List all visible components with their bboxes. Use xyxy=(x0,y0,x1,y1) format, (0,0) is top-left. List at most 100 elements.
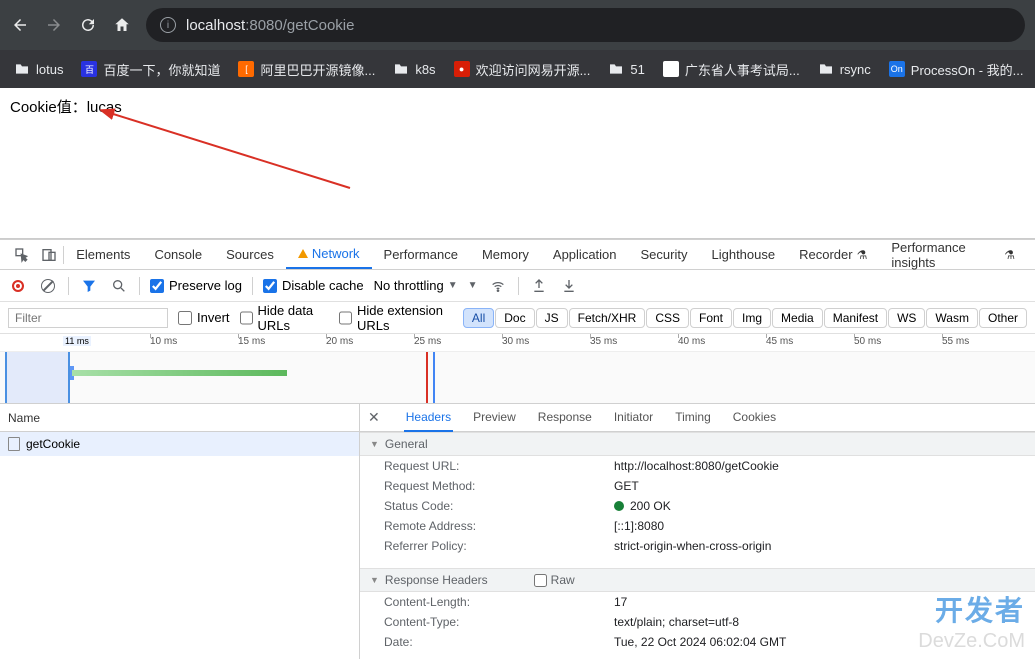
tab-memory[interactable]: Memory xyxy=(470,240,541,269)
filter-pill-manifest[interactable]: Manifest xyxy=(824,308,887,328)
favicon: [ xyxy=(238,61,254,77)
bookmark-item[interactable]: lotus xyxy=(14,61,63,77)
filter-pill-media[interactable]: Media xyxy=(772,308,823,328)
filter-pill-font[interactable]: Font xyxy=(690,308,732,328)
filter-bar: Invert Hide data URLs Hide extension URL… xyxy=(0,302,1035,334)
tab-elements[interactable]: Elements xyxy=(64,240,142,269)
filter-pill-doc[interactable]: Doc xyxy=(495,308,534,328)
invert-checkbox[interactable]: Invert xyxy=(178,310,230,325)
filter-pill-fetch/xhr[interactable]: Fetch/XHR xyxy=(569,308,646,328)
header-row: Referrer Policy:strict-origin-when-cross… xyxy=(360,536,1035,556)
download-icon[interactable] xyxy=(559,278,579,294)
bookmark-item[interactable]: 百百度一下，你就知道 xyxy=(81,60,220,79)
tab-performance[interactable]: Performance xyxy=(372,240,470,269)
record-button[interactable] xyxy=(8,280,28,292)
request-row[interactable]: getCookie xyxy=(0,432,359,456)
ruler-tick: 50 ms xyxy=(854,336,881,347)
timeline-selection[interactable]: 11 ms xyxy=(5,352,70,403)
dom-loaded-line xyxy=(426,352,428,403)
preserve-log-checkbox[interactable]: Preserve log xyxy=(150,278,242,293)
close-icon[interactable]: ✕ xyxy=(368,409,386,426)
filter-pill-all[interactable]: All xyxy=(463,308,494,328)
bookmark-item[interactable]: rsync xyxy=(818,61,871,77)
reload-icon[interactable] xyxy=(78,15,98,35)
filter-input[interactable] xyxy=(8,308,168,328)
detail-tab-response[interactable]: Response xyxy=(536,404,594,431)
name-column-header[interactable]: Name xyxy=(0,404,359,432)
request-list: Name getCookie xyxy=(0,404,360,659)
request-detail: ✕ Headers Preview Response Initiator Timing C… xyxy=(360,404,1035,659)
inspect-icon[interactable] xyxy=(8,247,36,263)
flask-icon: ⚗ xyxy=(1004,248,1015,262)
header-row: Request Method:GET xyxy=(360,476,1035,496)
disable-cache-checkbox[interactable]: Disable cache xyxy=(263,278,364,293)
site-info-icon[interactable]: i xyxy=(160,17,176,33)
network-controls: Preserve log Disable cache No throttling… xyxy=(0,270,1035,302)
ruler-tick: 25 ms xyxy=(414,336,441,347)
device-toggle-icon[interactable] xyxy=(36,247,64,263)
detail-tab-headers[interactable]: Headers xyxy=(404,404,453,432)
ruler-tick: 35 ms xyxy=(590,336,617,347)
tab-performance-insights[interactable]: Performance insights ⚗ xyxy=(879,240,1027,269)
search-icon[interactable] xyxy=(109,278,129,294)
folder-icon xyxy=(818,61,834,77)
hide-extension-urls-checkbox[interactable]: Hide extension URLs xyxy=(339,303,453,333)
header-row: Date:Tue, 22 Oct 2024 06:02:04 GMT xyxy=(360,632,1035,652)
type-filter-pills: AllDocJSFetch/XHRCSSFontImgMediaManifest… xyxy=(463,308,1027,328)
general-section-header[interactable]: ▼General xyxy=(360,432,1035,456)
upload-icon[interactable] xyxy=(529,278,549,294)
raw-checkbox[interactable]: Raw xyxy=(534,573,575,587)
ruler-tick: 20 ms xyxy=(326,336,353,347)
bookmark-item[interactable]: ●欢迎访问网易开源... xyxy=(454,60,591,79)
header-row: Content-Length:17 xyxy=(360,592,1035,612)
detail-tab-preview[interactable]: Preview xyxy=(471,404,518,431)
browser-chrome: i localhost:8080/getCookie lotus 百百度一下，你就… xyxy=(0,0,1035,88)
filter-pill-wasm[interactable]: Wasm xyxy=(926,308,978,328)
devtools-tabs: ElementsConsoleSources NetworkPerformanc… xyxy=(0,240,1035,270)
bookmark-item[interactable]: [阿里巴巴开源镜像... xyxy=(238,60,375,79)
filter-icon[interactable] xyxy=(79,278,99,294)
bookmark-item[interactable]: k8s xyxy=(393,61,435,77)
bookmark-item[interactable]: 51 xyxy=(608,61,644,77)
bookmark-item[interactable]: ◎广东省人事考试局... xyxy=(663,60,800,79)
ruler-tick: 40 ms xyxy=(678,336,705,347)
filter-pill-other[interactable]: Other xyxy=(979,308,1027,328)
nav-toolbar: i localhost:8080/getCookie xyxy=(0,0,1035,50)
folder-icon xyxy=(14,61,30,77)
detail-tab-cookies[interactable]: Cookies xyxy=(731,404,778,431)
forward-icon[interactable] xyxy=(44,15,64,35)
tab-console[interactable]: Console xyxy=(142,240,214,269)
back-icon[interactable] xyxy=(10,15,30,35)
home-icon[interactable] xyxy=(112,15,132,35)
hide-data-urls-checkbox[interactable]: Hide data URLs xyxy=(240,303,329,333)
timeline[interactable]: 10 ms15 ms20 ms25 ms30 ms35 ms40 ms45 ms… xyxy=(0,334,1035,404)
filter-pill-css[interactable]: CSS xyxy=(646,308,689,328)
ruler-tick: 10 ms xyxy=(150,336,177,347)
address-bar[interactable]: i localhost:8080/getCookie xyxy=(146,8,1025,42)
clear-button[interactable] xyxy=(38,279,58,293)
tab-network[interactable]: Network xyxy=(286,240,372,269)
filter-pill-ws[interactable]: WS xyxy=(888,308,925,328)
chevron-down-icon[interactable]: ▼ xyxy=(468,280,478,291)
load-line xyxy=(433,352,435,403)
filter-pill-js[interactable]: JS xyxy=(536,308,568,328)
annotation-arrow xyxy=(100,108,360,198)
tab-security[interactable]: Security xyxy=(629,240,700,269)
detail-tab-timing[interactable]: Timing xyxy=(673,404,713,431)
favicon: ● xyxy=(454,61,470,77)
status-dot-icon xyxy=(614,501,624,511)
tab-lighthouse[interactable]: Lighthouse xyxy=(699,240,787,269)
wifi-icon[interactable] xyxy=(488,278,508,294)
filter-pill-img[interactable]: Img xyxy=(733,308,771,328)
warning-icon xyxy=(298,249,308,258)
header-row: Status Code:200 OK xyxy=(360,496,1035,516)
response-headers-section-header[interactable]: ▼Response HeadersRaw xyxy=(360,568,1035,592)
detail-tabs: ✕ Headers Preview Response Initiator Timing C… xyxy=(360,404,1035,432)
throttling-select[interactable]: No throttling▼ xyxy=(374,278,458,293)
tab-application[interactable]: Application xyxy=(541,240,629,269)
tab-sources[interactable]: Sources xyxy=(214,240,286,269)
ruler-tick: 15 ms xyxy=(238,336,265,347)
detail-tab-initiator[interactable]: Initiator xyxy=(612,404,655,431)
tab-recorder[interactable]: Recorder ⚗ xyxy=(787,240,879,269)
bookmark-item[interactable]: OnProcessOn - 我的... xyxy=(889,60,1024,79)
